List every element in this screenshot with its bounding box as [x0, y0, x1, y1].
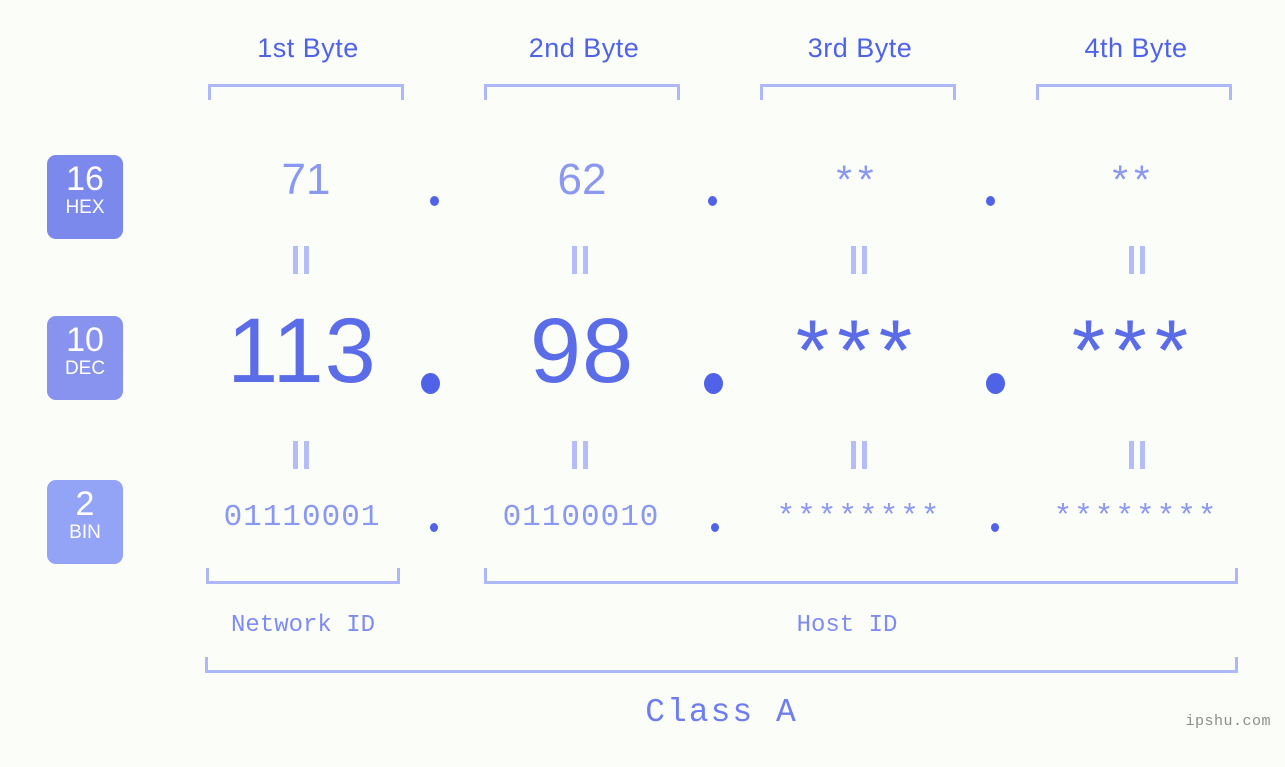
byte-header-4: 4th Byte	[1084, 33, 1188, 63]
dec-separator-dot-3	[986, 373, 1005, 394]
radix-badge-dec-number: 10	[66, 321, 104, 359]
hex-byte-3: **	[836, 158, 880, 202]
dec-separator-dot-2	[704, 373, 723, 394]
radix-badge-hex[interactable]: 16 HEX	[47, 155, 123, 239]
bin-separator-dot-2	[711, 523, 719, 532]
byte-bracket-2	[484, 84, 680, 100]
hex-separator-dot-1	[430, 196, 439, 206]
host-id-bracket	[484, 568, 1238, 584]
equals-mark-hex-dec-3	[850, 246, 868, 274]
byte-bracket-1	[208, 84, 404, 100]
hex-separator-dot-3	[986, 196, 995, 206]
hex-byte-4: **	[1112, 158, 1156, 202]
bin-byte-2: 01100010	[502, 500, 660, 535]
bin-separator-dot-1	[430, 523, 438, 532]
class-bracket	[205, 657, 1238, 673]
hex-separator-dot-2	[708, 196, 717, 206]
radix-badge-hex-number: 16	[66, 160, 104, 198]
radix-badge-hex-name: HEX	[65, 197, 105, 218]
equals-mark-dec-bin-1	[292, 441, 310, 469]
hex-byte-1: 71	[281, 155, 331, 204]
network-id-bracket	[206, 568, 400, 584]
radix-badge-dec[interactable]: 10 DEC	[47, 316, 123, 400]
ip-address-breakdown-diagram: 1st Byte 2nd Byte 3rd Byte 4th Byte 16 H…	[0, 0, 1285, 767]
radix-badge-bin-number: 2	[75, 485, 95, 523]
radix-badge-bin[interactable]: 2 BIN	[47, 480, 123, 564]
byte-bracket-3	[760, 84, 956, 100]
site-watermark: ipshu.com	[1185, 713, 1271, 730]
byte-bracket-4	[1036, 84, 1232, 100]
network-id-label: Network ID	[230, 612, 376, 639]
dec-separator-dot-1	[421, 373, 440, 394]
dec-byte-3: ***	[795, 303, 921, 399]
bin-byte-3: ********	[776, 500, 942, 535]
dec-byte-4: ***	[1071, 303, 1197, 399]
byte-header-2: 2nd Byte	[528, 33, 640, 63]
byte-header-3: 3rd Byte	[807, 33, 913, 63]
bin-byte-1: 01110001	[223, 500, 381, 535]
bin-byte-4: ********	[1053, 500, 1219, 535]
class-label: Class A	[645, 694, 798, 731]
equals-mark-hex-dec-1	[292, 246, 310, 274]
radix-badge-dec-name: DEC	[64, 358, 106, 379]
radix-badge-bin-name: BIN	[69, 522, 101, 543]
bin-separator-dot-3	[991, 523, 999, 532]
host-id-label: Host ID	[796, 612, 898, 639]
equals-mark-dec-bin-2	[571, 441, 589, 469]
byte-header-1: 1st Byte	[257, 33, 359, 63]
equals-mark-dec-bin-4	[1128, 441, 1146, 469]
dec-byte-1: 113	[227, 300, 377, 402]
dec-byte-2: 98	[529, 300, 635, 402]
equals-mark-hex-dec-4	[1128, 246, 1146, 274]
equals-mark-dec-bin-3	[850, 441, 868, 469]
hex-byte-2: 62	[557, 155, 607, 204]
equals-mark-hex-dec-2	[571, 246, 589, 274]
